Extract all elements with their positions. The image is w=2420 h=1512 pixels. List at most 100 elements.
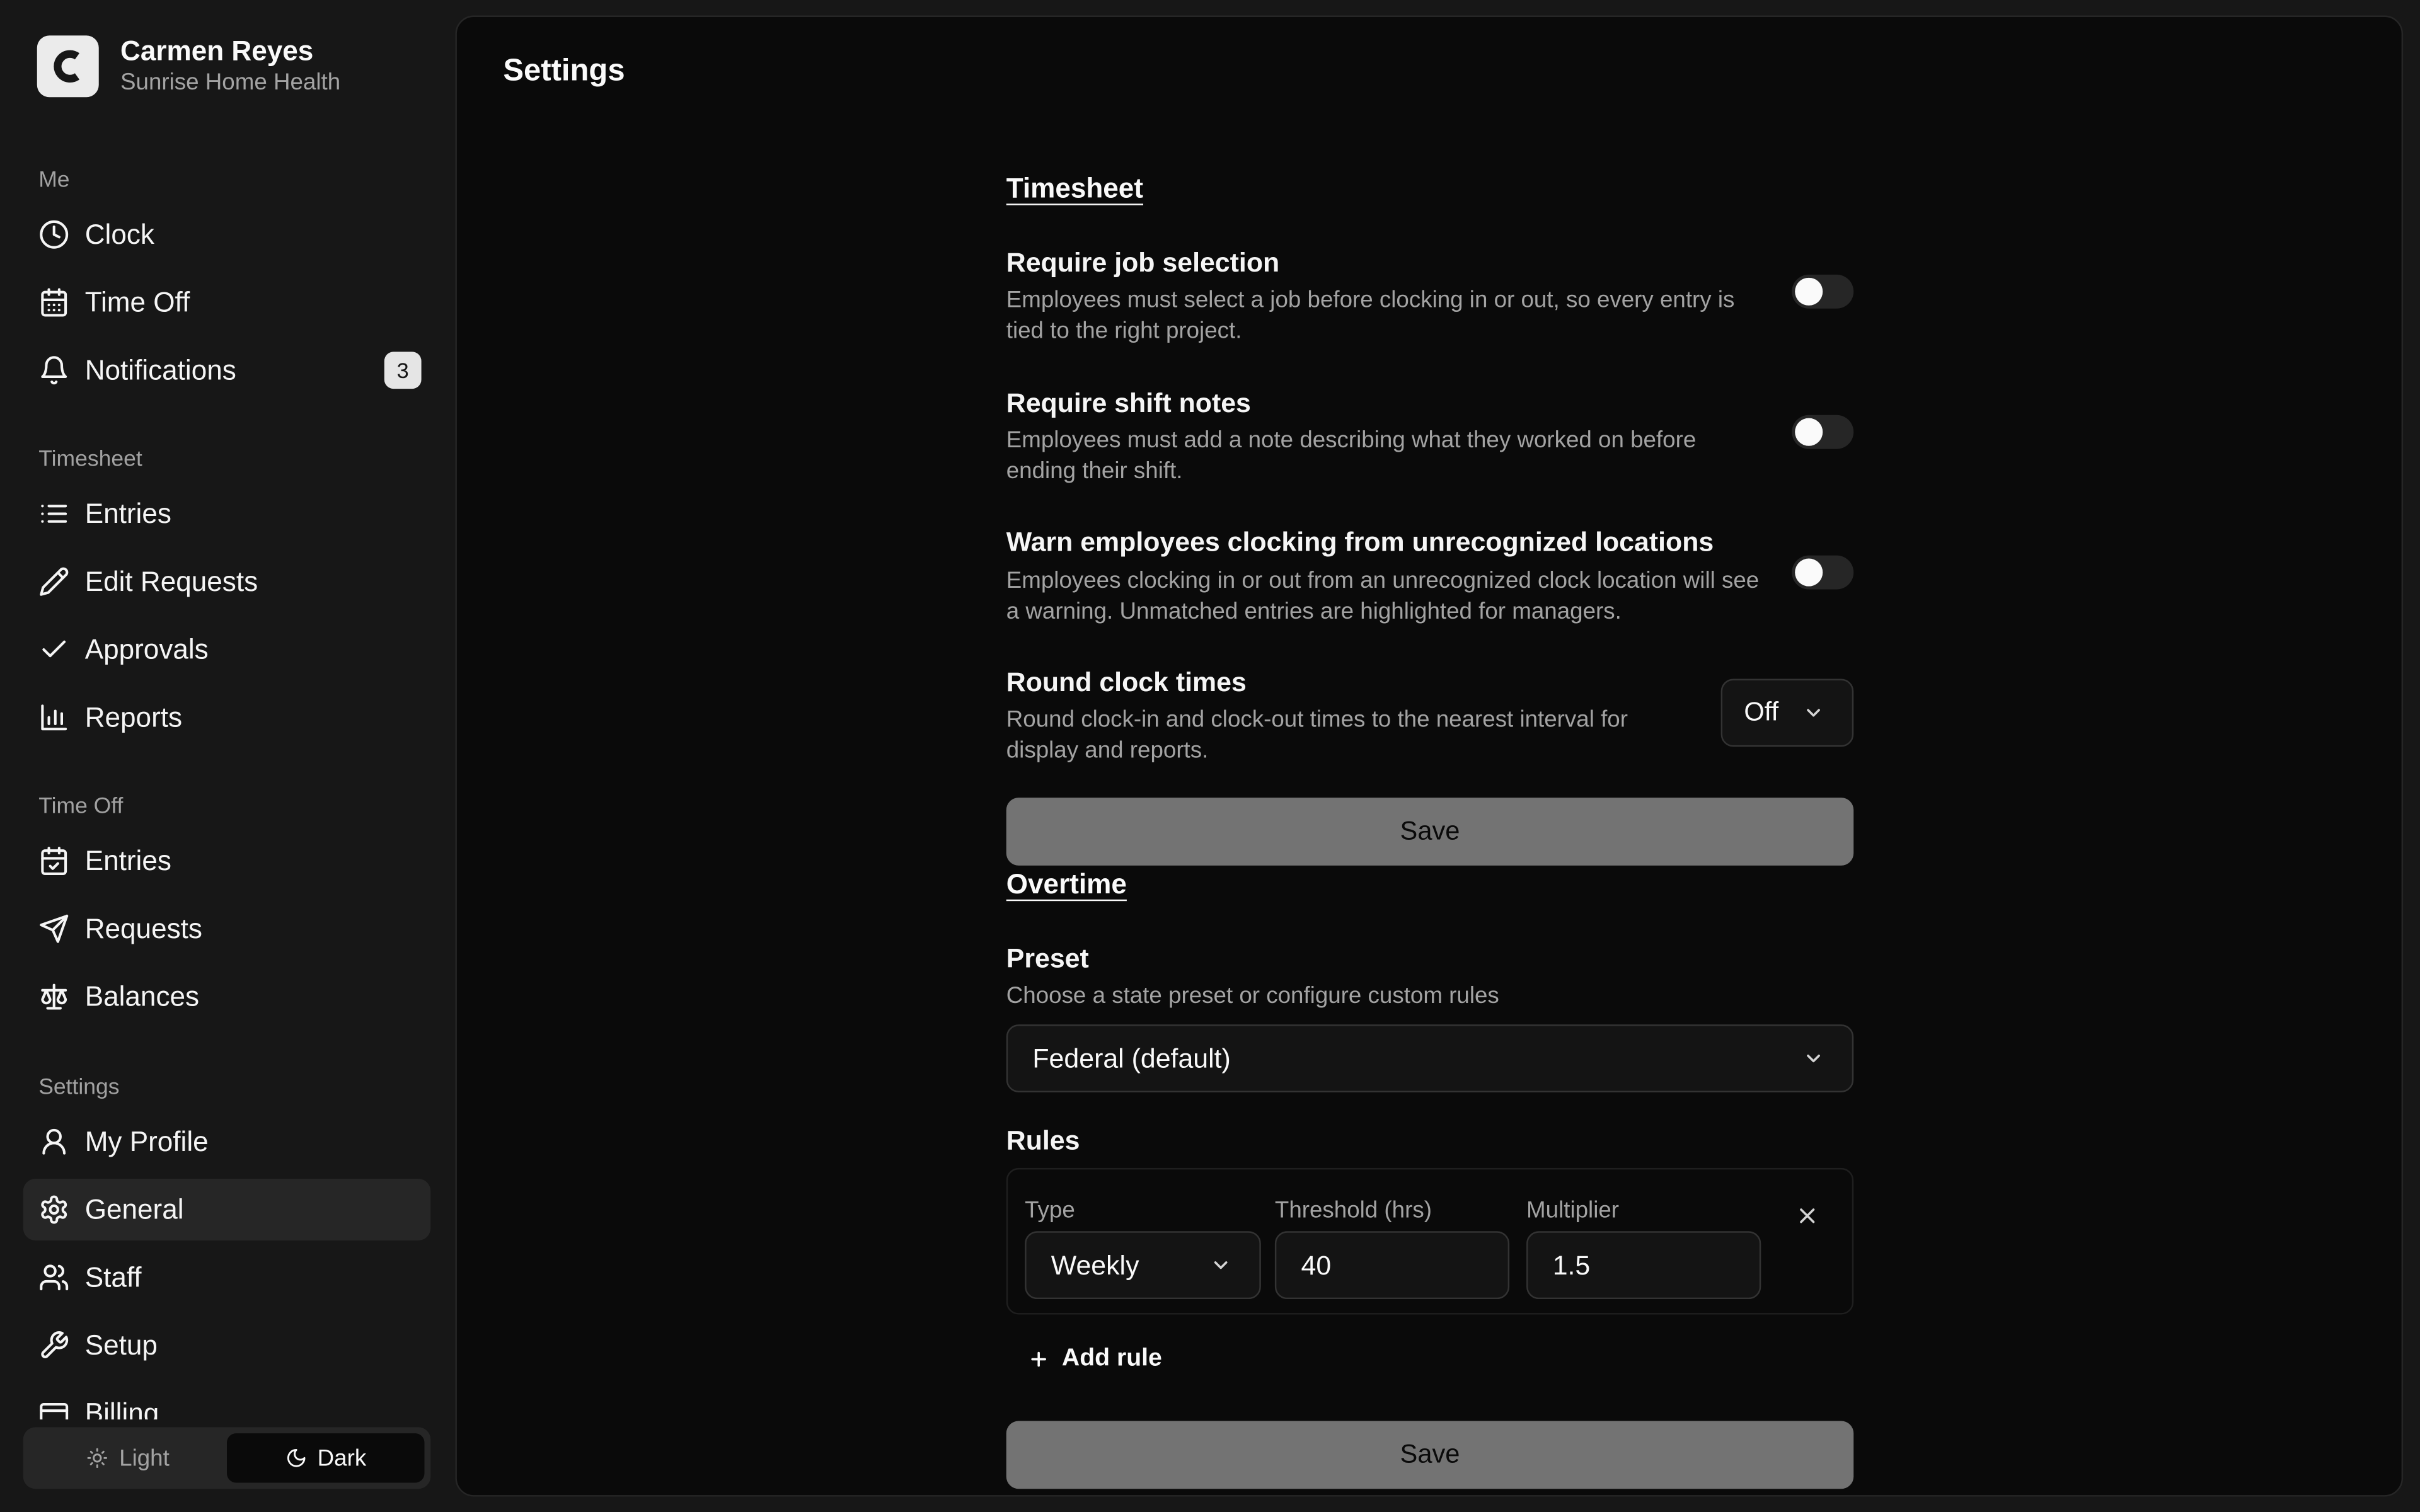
sidebar-item-setup[interactable]: Setup xyxy=(23,1315,431,1377)
group-label-time-off: Time Off xyxy=(38,794,124,820)
theme-dark-button[interactable]: Dark xyxy=(227,1433,425,1483)
sidebar-item-notifications[interactable]: Notifications 3 xyxy=(23,340,431,401)
sidebar-item-edit-requests[interactable]: Edit Requests xyxy=(23,551,431,612)
list-icon xyxy=(41,505,67,523)
toggle-knob xyxy=(1795,418,1823,446)
sidebar-item-label: Approvals xyxy=(84,633,209,665)
theme-switch: Light Dark xyxy=(23,1427,431,1489)
remove-rule-close-icon[interactable] xyxy=(1795,1203,1819,1228)
sidebar-item-billing[interactable]: Billing xyxy=(23,1382,431,1420)
theme-light-label: Light xyxy=(119,1445,170,1472)
rule-type-value: Weekly xyxy=(1051,1249,1139,1280)
check-icon xyxy=(42,640,66,658)
calendar-icon xyxy=(41,288,67,317)
org-logo xyxy=(37,35,99,98)
add-rule-label: Add rule xyxy=(1061,1345,1162,1372)
require-job-toggle[interactable] xyxy=(1792,274,1854,309)
sidebar-item-time-off[interactable]: Time Off xyxy=(23,272,431,333)
sidebar: Carmen Reyes Sunrise Home Health Me Cloc… xyxy=(0,0,456,1512)
bell-icon xyxy=(41,356,67,385)
preset-desc: Choose a state preset or configure custo… xyxy=(1006,983,1499,1009)
rule-multiplier-input[interactable]: 1.5 xyxy=(1526,1231,1761,1300)
setting-desc-shift-notes: Employees must add a note describing wha… xyxy=(1006,427,1697,484)
theme-dark-label: Dark xyxy=(317,1445,367,1472)
section-title-timesheet: Timesheet xyxy=(1006,173,1144,204)
sidebar-item-label: Setup xyxy=(84,1329,158,1360)
rule-threshold-input[interactable]: 40 xyxy=(1274,1231,1510,1300)
setting-title-round-clock: Round clock times xyxy=(1006,666,1247,697)
wrench-icon xyxy=(41,1331,69,1358)
sidebar-item-label: Edit Requests xyxy=(84,565,258,597)
sidebar-item-approvals[interactable]: Approvals xyxy=(23,619,431,680)
sidebar-item-timesheet-entries[interactable]: Entries xyxy=(23,483,431,545)
rule-multiplier-label: Multiplier xyxy=(1526,1197,1620,1224)
page-title: Settings xyxy=(503,54,625,88)
sidebar-item-clock[interactable]: Clock xyxy=(23,203,431,265)
unrecognized-locations-toggle[interactable] xyxy=(1792,555,1854,590)
bar-chart-icon xyxy=(41,704,67,731)
round-clock-value: Off xyxy=(1744,697,1779,727)
sidebar-item-label: Billing xyxy=(84,1397,159,1420)
pencil-icon xyxy=(40,567,69,596)
rule-type-select[interactable]: Weekly xyxy=(1025,1231,1261,1300)
users-icon xyxy=(40,1264,69,1291)
brand: Carmen Reyes Sunrise Home Health xyxy=(37,34,340,99)
sidebar-item-label: Requests xyxy=(84,912,202,944)
sidebar-item-label: Reports xyxy=(84,701,183,733)
sidebar-item-reports[interactable]: Reports xyxy=(23,687,431,748)
overtime-save-button[interactable]: Save xyxy=(1006,1421,1854,1489)
round-clock-select[interactable]: Off xyxy=(1720,679,1854,747)
sidebar-item-staff[interactable]: Staff xyxy=(23,1247,431,1309)
setting-desc-require-job: Employees must select a job before clock… xyxy=(1006,287,1735,343)
preset-title: Preset xyxy=(1006,942,1089,974)
credit-card-icon xyxy=(40,1402,69,1420)
rule-multiplier-value: 1.5 xyxy=(1552,1249,1591,1280)
sidebar-item-label: My Profile xyxy=(84,1125,209,1157)
send-icon xyxy=(40,914,69,943)
setting-title-shift-notes: Require shift notes xyxy=(1006,387,1251,418)
settings-content: Timesheet Require job selection Employee… xyxy=(1006,17,1854,1495)
sidebar-item-label: Entries xyxy=(84,844,171,876)
preset-value: Federal (default) xyxy=(1032,1042,1231,1074)
sidebar-item-balances[interactable]: Balances xyxy=(23,966,431,1028)
section-title-overtime: Overtime xyxy=(1006,868,1127,900)
setting-desc-unrecognized-locations: Employees clocking in or out from an unr… xyxy=(1006,568,1760,624)
group-label-me: Me xyxy=(38,168,70,193)
user-name: Carmen Reyes xyxy=(120,35,314,67)
shift-notes-toggle[interactable] xyxy=(1792,415,1854,449)
rules-title: Rules xyxy=(1006,1125,1080,1156)
sidebar-item-my-profile[interactable]: My Profile xyxy=(23,1111,431,1172)
sun-icon xyxy=(88,1448,108,1469)
sidebar-item-time-off-entries[interactable]: Entries xyxy=(23,830,431,892)
moon-icon xyxy=(287,1449,305,1467)
logo-c-icon xyxy=(54,50,80,83)
sidebar-item-label: Balances xyxy=(84,980,200,1012)
rule-row: Type Threshold (hrs) Multiplier Weekly 4… xyxy=(1006,1167,1854,1315)
scale-icon xyxy=(41,983,67,1010)
main-panel: Settings Timesheet Require job selection… xyxy=(455,15,2404,1497)
sidebar-item-requests[interactable]: Requests xyxy=(23,898,431,959)
user-icon xyxy=(42,1128,66,1155)
notification-count-badge: 3 xyxy=(384,352,422,389)
add-rule-button[interactable]: Add rule xyxy=(1028,1346,1162,1373)
setting-title-require-job: Require job selection xyxy=(1006,246,1280,278)
sidebar-item-label: Clock xyxy=(84,218,154,249)
toggle-knob xyxy=(1795,277,1823,306)
timesheet-save-button[interactable]: Save xyxy=(1006,798,1854,866)
gear-icon xyxy=(41,1195,67,1224)
sidebar-item-label: Entries xyxy=(84,497,171,529)
clock-icon xyxy=(40,220,69,249)
sidebar-item-label: General xyxy=(84,1193,184,1225)
theme-light-button[interactable]: Light xyxy=(30,1433,227,1482)
group-label-settings: Settings xyxy=(38,1075,120,1101)
sidebar-item-general[interactable]: General xyxy=(23,1179,431,1240)
preset-select[interactable]: Federal (default) xyxy=(1006,1024,1854,1092)
chevron-down-icon xyxy=(1807,709,1820,717)
sidebar-item-label: Staff xyxy=(84,1261,142,1293)
sidebar-item-label: Notifications xyxy=(84,354,236,386)
sidebar-scroll-clip: Billing xyxy=(0,1382,455,1420)
rule-threshold-value: 40 xyxy=(1301,1249,1332,1280)
rule-threshold-label: Threshold (hrs) xyxy=(1274,1197,1432,1224)
sidebar-item-label: Time Off xyxy=(84,286,190,318)
plus-icon xyxy=(1031,1351,1046,1367)
